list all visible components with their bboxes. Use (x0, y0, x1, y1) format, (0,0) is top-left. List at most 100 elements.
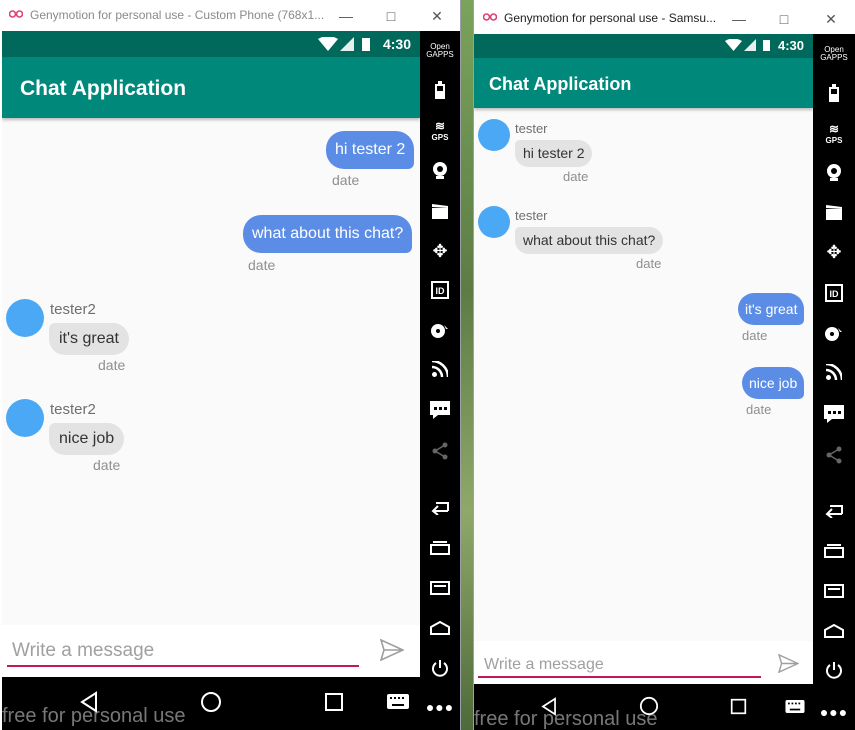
status-time: 4:30 (777, 38, 804, 53)
title-bar[interactable]: Genymotion for personal use - Samsu... —… (474, 0, 855, 34)
camera-icon[interactable] (420, 161, 460, 184)
recent-apps-icon[interactable] (420, 541, 460, 560)
minimize-button[interactable]: — (336, 6, 356, 26)
signal-icon (744, 39, 756, 51)
message-bubble-incoming: what about this chat? (515, 227, 664, 254)
media-icon[interactable] (420, 203, 460, 224)
back-icon[interactable] (813, 504, 855, 523)
disk-icon[interactable] (813, 326, 855, 347)
more-icon[interactable]: ●●● (813, 704, 855, 720)
status-bar: 4:30 (474, 34, 813, 58)
watermark: free for personal use (474, 708, 658, 730)
phone-screen: 4:30 Chat Application tester hi tester 2… (474, 34, 813, 684)
rss-icon[interactable] (420, 359, 460, 382)
nav-bar: free for personal use (2, 677, 460, 730)
message-input[interactable]: Write a message (484, 656, 604, 674)
battery-icon[interactable] (420, 81, 460, 104)
media-icon[interactable] (813, 204, 855, 225)
home-icon[interactable] (420, 620, 460, 640)
desktop-background (460, 0, 474, 730)
avatar[interactable] (6, 299, 44, 337)
sender-name: tester2 (50, 401, 96, 418)
app-bar: Chat Application (474, 58, 813, 108)
share-icon[interactable] (420, 442, 460, 465)
id-icon[interactable]: ID (813, 284, 855, 307)
power-icon[interactable] (813, 661, 855, 684)
close-button[interactable]: ✕ (427, 6, 447, 26)
rss-icon[interactable] (813, 362, 855, 385)
genymotion-logo-icon (9, 10, 23, 18)
keyboard-icon[interactable] (387, 694, 409, 709)
signal-icon (340, 37, 354, 51)
avatar[interactable] (478, 119, 510, 151)
genymotion-sidebar: Open GAPPS ≋ GPS ✥ ID ●●● (813, 34, 855, 730)
battery-status-icon (362, 38, 370, 51)
message-date: date (98, 357, 126, 373)
send-icon[interactable] (380, 639, 404, 661)
camera-icon[interactable] (813, 163, 855, 186)
genymotion-sidebar: Open GAPPS ≋ GPS ✥ ID (420, 31, 460, 677)
input-underline (478, 676, 761, 678)
move-icon[interactable]: ✥ (420, 241, 460, 262)
minimize-button[interactable]: — (729, 9, 749, 29)
status-time: 4:30 (382, 36, 411, 52)
message-bubble-outgoing: what about this chat? (243, 215, 413, 253)
sms-icon[interactable] (420, 401, 460, 424)
message-input[interactable]: Write a message (12, 640, 154, 662)
nav-home-icon[interactable] (200, 691, 222, 713)
maximize-button[interactable]: □ (774, 9, 794, 29)
wifi-icon (318, 36, 338, 51)
message-bubble-incoming: nice job (49, 423, 125, 455)
input-underline (7, 665, 359, 667)
sms-icon[interactable] (813, 405, 855, 428)
avatar[interactable] (6, 399, 44, 437)
message-bubble-outgoing: nice job (742, 367, 805, 399)
back-icon[interactable] (420, 501, 460, 520)
close-button[interactable]: ✕ (821, 9, 841, 29)
sender-name: tester (515, 208, 548, 223)
wifi-icon (725, 38, 742, 51)
message-bubble-outgoing: hi tester 2 (326, 131, 415, 169)
title-bar[interactable]: Genymotion for personal use - Custom Pho… (0, 0, 460, 31)
message-bubble-outgoing: it's great (738, 293, 805, 325)
message-date: date (332, 172, 360, 188)
id-icon[interactable]: ID (420, 281, 460, 304)
message-date: date (93, 457, 121, 473)
nav-recents-icon[interactable] (730, 698, 747, 715)
open-gapps-icon[interactable]: Open GAPPS (420, 43, 460, 59)
battery-icon[interactable] (813, 84, 855, 107)
gps-icon[interactable]: ≋ GPS (420, 119, 460, 142)
app-title: Chat Application (20, 77, 187, 100)
sender-name: tester2 (50, 301, 96, 318)
gps-icon[interactable]: ≋ GPS (813, 122, 855, 145)
menu-icon[interactable] (420, 581, 460, 600)
genymotion-logo-icon (483, 13, 497, 21)
more-icon[interactable]: ●●● (420, 699, 460, 715)
share-icon[interactable] (813, 446, 855, 469)
svg-text:ID: ID (436, 286, 446, 296)
open-gapps-icon[interactable]: Open GAPPS (813, 46, 855, 62)
open-gapps-line2: GAPPS (820, 53, 848, 62)
disk-icon[interactable] (420, 323, 460, 344)
emulator-window-left: Genymotion for personal use - Custom Pho… (0, 0, 460, 730)
emulator-window-right: Genymotion for personal use - Samsu... —… (474, 0, 855, 730)
message-composer: Write a message (474, 641, 813, 684)
battery-status-icon (763, 40, 770, 51)
menu-icon[interactable] (813, 584, 855, 603)
send-icon[interactable] (778, 654, 799, 673)
app-title: Chat Application (489, 74, 632, 94)
message-date: date (248, 257, 276, 273)
keyboard-icon[interactable] (785, 700, 805, 713)
window-title: Genymotion for personal use - Samsu... (504, 11, 717, 25)
move-icon[interactable]: ✥ (813, 242, 855, 263)
maximize-button[interactable]: □ (381, 6, 401, 26)
svg-text:ID: ID (830, 289, 840, 299)
window-title: Genymotion for personal use - Custom Pho… (30, 8, 325, 22)
avatar[interactable] (478, 206, 510, 238)
recent-apps-icon[interactable] (813, 544, 855, 563)
home-icon[interactable] (813, 623, 855, 643)
nav-recents-icon[interactable] (324, 692, 344, 712)
message-date: date (563, 169, 589, 184)
gps-label: GPS (825, 136, 843, 145)
status-icons (725, 38, 777, 57)
